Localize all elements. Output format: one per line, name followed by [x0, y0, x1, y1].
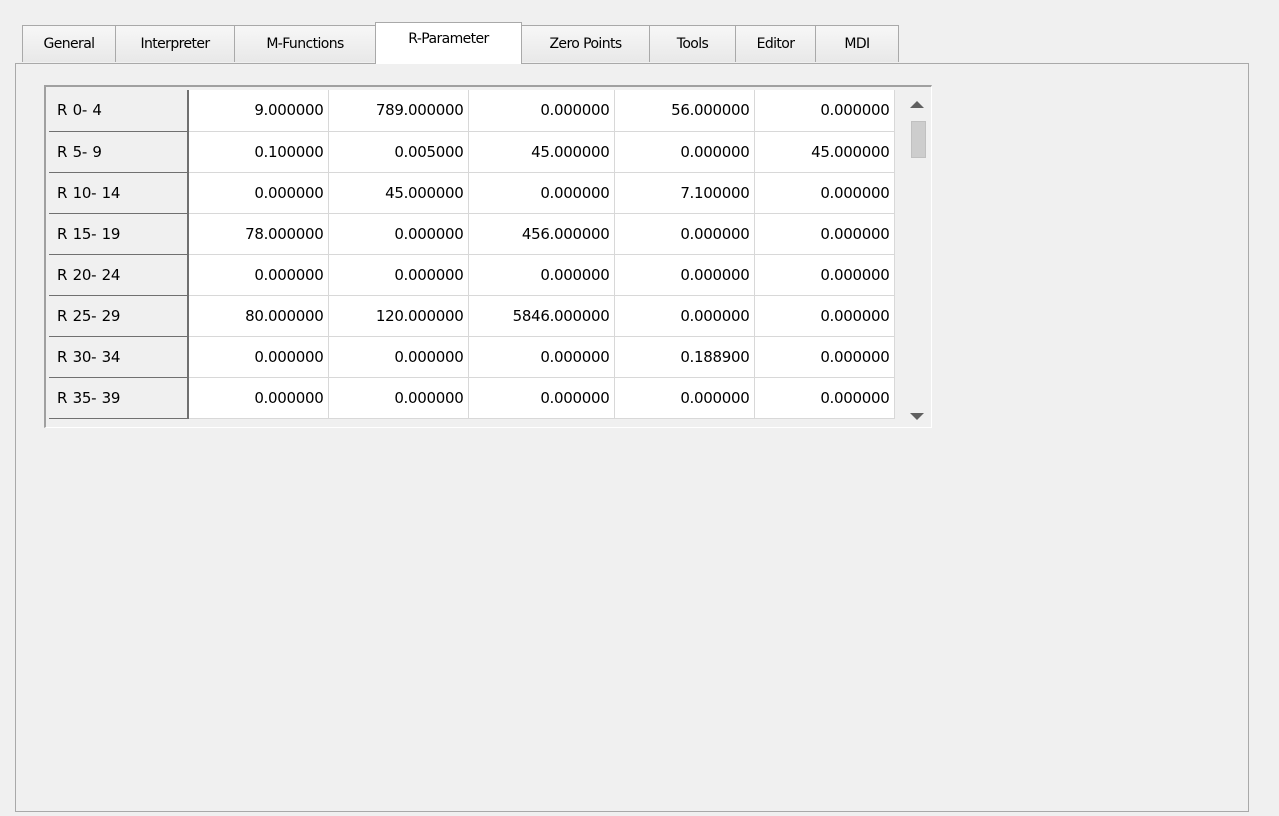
- value-cell[interactable]: 9.000000: [188, 90, 329, 132]
- scroll-down-arrow-icon[interactable]: [910, 413, 924, 420]
- value-cell[interactable]: 0.000000: [614, 377, 755, 419]
- value-cell[interactable]: 0.000000: [754, 172, 895, 214]
- scrollbar-thumb[interactable]: [911, 121, 926, 158]
- table-row: R 15- 19 78.000000 0.000000 456.000000 0.000…: [49, 213, 895, 255]
- value-cell[interactable]: 120.000000: [328, 295, 469, 337]
- row-header[interactable]: R 15- 19: [49, 213, 189, 255]
- tab-r-parameter[interactable]: R-Parameter: [375, 22, 522, 64]
- tab-strip: General Interpreter M-Functions R-Parame…: [22, 22, 899, 64]
- vertical-scrollbar[interactable]: [904, 87, 931, 427]
- r-parameter-table: R 0- 4 9.000000 789.000000 0.000000 56.00000…: [49, 90, 895, 419]
- table-row: R 25- 29 80.000000 120.000000 5846.000000 0.…: [49, 295, 895, 337]
- value-cell[interactable]: 0.000000: [188, 172, 329, 214]
- value-cell[interactable]: 0.000000: [754, 90, 895, 132]
- table-row: R 30- 34 0.000000 0.000000 0.000000 0.188900…: [49, 336, 895, 378]
- value-cell[interactable]: 0.005000: [328, 131, 469, 173]
- value-cell[interactable]: 0.000000: [614, 213, 755, 255]
- value-cell[interactable]: 0.000000: [188, 254, 329, 296]
- value-cell[interactable]: 45.000000: [328, 172, 469, 214]
- row-header[interactable]: R 30- 34: [49, 336, 189, 378]
- value-cell[interactable]: 0.000000: [754, 213, 895, 255]
- value-cell[interactable]: 0.000000: [754, 254, 895, 296]
- row-header[interactable]: R 20- 24: [49, 254, 189, 296]
- row-header[interactable]: R 5- 9: [49, 131, 189, 173]
- value-cell[interactable]: 78.000000: [188, 213, 329, 255]
- value-cell[interactable]: 0.000000: [328, 336, 469, 378]
- value-cell[interactable]: 0.000000: [468, 336, 615, 378]
- value-cell[interactable]: 0.100000: [188, 131, 329, 173]
- table-row: R 0- 4 9.000000 789.000000 0.000000 56.00000…: [49, 90, 895, 132]
- row-header[interactable]: R 25- 29: [49, 295, 189, 337]
- table-row: R 20- 24 0.000000 0.000000 0.000000 0.000000…: [49, 254, 895, 296]
- value-cell[interactable]: 0.000000: [188, 336, 329, 378]
- row-header[interactable]: R 0- 4: [49, 90, 189, 132]
- value-cell[interactable]: 80.000000: [188, 295, 329, 337]
- r-parameter-grid[interactable]: R 0- 4 9.000000 789.000000 0.000000 56.00000…: [44, 85, 932, 428]
- tab-tools[interactable]: Tools: [650, 25, 736, 62]
- value-cell[interactable]: 0.188900: [614, 336, 755, 378]
- value-cell[interactable]: 45.000000: [468, 131, 615, 173]
- value-cell[interactable]: 456.000000: [468, 213, 615, 255]
- tab-mdi[interactable]: MDI: [816, 25, 899, 62]
- tab-editor[interactable]: Editor: [736, 25, 816, 62]
- row-header[interactable]: R 10- 14: [49, 172, 189, 214]
- table-row: R 10- 14 0.000000 45.000000 0.000000 7.10000…: [49, 172, 895, 214]
- value-cell[interactable]: 0.000000: [328, 254, 469, 296]
- value-cell[interactable]: 0.000000: [754, 295, 895, 337]
- value-cell[interactable]: 0.000000: [614, 131, 755, 173]
- value-cell[interactable]: 5846.000000: [468, 295, 615, 337]
- tab-general[interactable]: General: [22, 25, 116, 62]
- tab-m-functions[interactable]: M-Functions: [235, 25, 376, 62]
- tab-interpreter[interactable]: Interpreter: [116, 25, 235, 62]
- value-cell[interactable]: 789.000000: [328, 90, 469, 132]
- value-cell[interactable]: 0.000000: [188, 377, 329, 419]
- value-cell[interactable]: 0.000000: [468, 172, 615, 214]
- value-cell[interactable]: 0.000000: [468, 254, 615, 296]
- value-cell[interactable]: 0.000000: [614, 295, 755, 337]
- scroll-up-arrow-icon[interactable]: [910, 101, 924, 108]
- row-header[interactable]: R 35- 39: [49, 377, 189, 419]
- value-cell[interactable]: 0.000000: [468, 377, 615, 419]
- table-row: R 35- 39 0.000000 0.000000 0.000000 0.000000…: [49, 377, 895, 419]
- value-cell[interactable]: 7.100000: [614, 172, 755, 214]
- tab-zero-points[interactable]: Zero Points: [522, 25, 650, 62]
- value-cell[interactable]: 0.000000: [754, 336, 895, 378]
- table-row: R 5- 9 0.100000 0.005000 45.000000 0.000000 4…: [49, 131, 895, 173]
- value-cell[interactable]: 0.000000: [328, 377, 469, 419]
- value-cell[interactable]: 45.000000: [754, 131, 895, 173]
- value-cell[interactable]: 56.000000: [614, 90, 755, 132]
- grid-body: R 0- 4 9.000000 789.000000 0.000000 56.00000…: [49, 90, 895, 419]
- value-cell[interactable]: 0.000000: [614, 254, 755, 296]
- value-cell[interactable]: 0.000000: [468, 90, 615, 132]
- value-cell[interactable]: 0.000000: [754, 377, 895, 419]
- value-cell[interactable]: 0.000000: [328, 213, 469, 255]
